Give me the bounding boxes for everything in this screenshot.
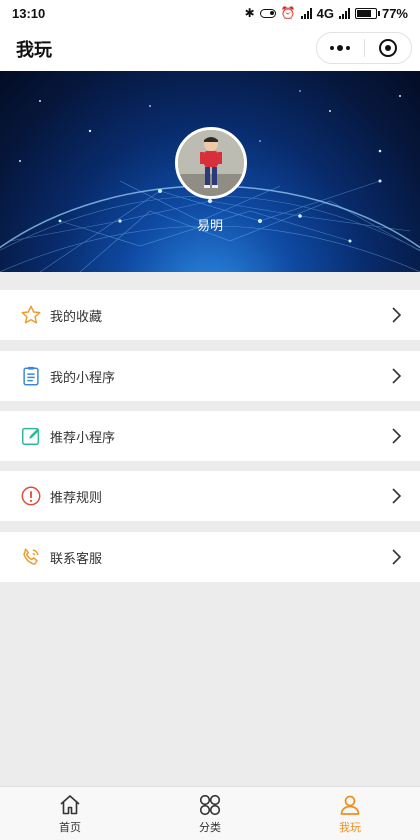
menu-label: 我的小程序 [50,369,116,385]
more-icon [330,45,351,51]
phone-icon [20,546,42,568]
chevron-right-icon [392,368,402,384]
miniprogram-capsule [316,32,412,64]
toggle-icon [259,8,276,18]
tab-label: 分类 [199,822,221,834]
bluetooth-icon: ✱ [244,6,255,20]
status-icons: ✱ ⏰ 4G 77% [245,6,408,21]
menu-item-my-miniprograms[interactable]: 我的小程序 [0,351,420,401]
home-icon [60,795,80,815]
tab-label: 首页 [59,822,81,834]
menu-item-customer-service[interactable]: 联系客服 [0,532,420,582]
chevron-right-icon [392,488,402,504]
menu-label: 推荐规则 [50,489,103,505]
menu-label: 联系客服 [50,550,103,566]
signal-icon-2 [338,7,350,19]
status-bar: 13:10 ✱ ⏰ 4G 77% [0,0,420,26]
status-time: 13:10 [12,5,46,21]
battery-percent: 77% [381,5,408,21]
close-miniprogram-button[interactable] [365,33,412,63]
edit-icon [20,425,42,447]
star-icon [20,304,42,326]
username: 易明 [196,218,223,233]
child-photo [178,130,244,196]
battery-icon [354,7,380,19]
chevron-right-icon [392,428,402,444]
alarm-icon: ⏰ [280,6,296,20]
tab-bar: 首页 分类 我玩 [0,786,420,840]
tab-home[interactable]: 首页 [0,787,140,840]
menu-label: 推荐小程序 [50,429,116,445]
network-type: 4G [316,5,334,21]
chevron-right-icon [392,549,402,565]
alert-icon [20,485,42,507]
chevron-right-icon [392,307,402,323]
menu-item-recommend-rules[interactable]: 推荐规则 [0,471,420,521]
profile-banner: 易明 [0,71,420,272]
clipboard-icon [20,365,42,387]
signal-icon [300,7,312,19]
more-button[interactable] [317,33,364,63]
menu-label: 我的收藏 [50,308,103,324]
menu-item-recommend-miniprogram[interactable]: 推荐小程序 [0,411,420,461]
nav-bar: 我玩 [0,26,420,71]
tab-label: 我玩 [339,822,361,834]
page-title: 我玩 [16,39,52,60]
tab-mine[interactable]: 我玩 [280,787,420,840]
grid-icon [199,794,221,816]
tab-category[interactable]: 分类 [140,787,280,840]
target-icon [378,39,397,57]
avatar[interactable] [175,127,247,199]
menu-item-favorites[interactable]: 我的收藏 [0,290,420,340]
user-icon [340,795,360,815]
